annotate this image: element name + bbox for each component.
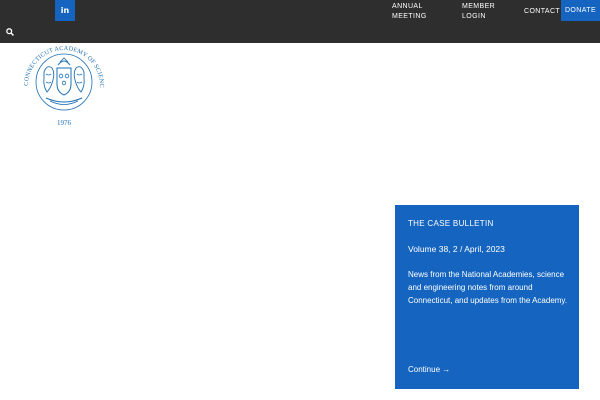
donate-button[interactable]: DONATE [561, 0, 600, 21]
seal-year: 1976 [57, 119, 72, 127]
donate-label: DONATE [564, 7, 597, 14]
bulletin-description: News from the National Academies, scienc… [408, 270, 568, 305]
bulletin-issue: Volume 38, 2 / April, 2023 [408, 244, 505, 254]
seal-graphic: CONNECTICUT ACADEMY OF SCIENCE AND ENGIN… [14, 33, 105, 127]
academy-seal-logo[interactable]: CONNECTICUT ACADEMY OF SCIENCE AND ENGIN… [14, 33, 112, 130]
nav-member-login[interactable]: MEMBER LOGIN [462, 2, 506, 22]
linkedin-label: in [60, 6, 70, 15]
top-navigation-bar: in ANNUAL MEETING MEMBER LOGIN CONTACT D… [0, 0, 600, 43]
bulletin-card: THE CASE BULLETIN Volume 38, 2 / April, … [395, 205, 579, 389]
bulletin-label: THE CASE BULLETIN [408, 219, 494, 228]
linkedin-icon[interactable]: in [55, 0, 75, 21]
nav-contact[interactable]: CONTACT [524, 7, 560, 17]
search-icon[interactable] [4, 26, 16, 38]
nav-annual-meeting[interactable]: ANNUAL MEETING [392, 2, 442, 22]
continue-link[interactable]: Continue → [408, 365, 450, 374]
